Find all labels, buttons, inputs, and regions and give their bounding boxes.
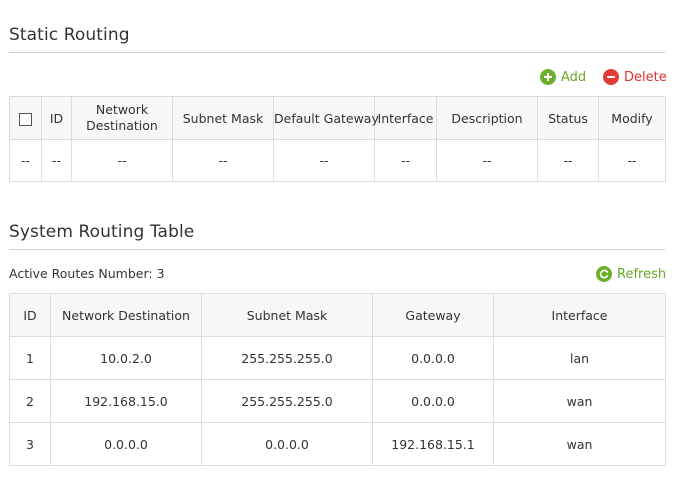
refresh-button[interactable]: Refresh xyxy=(596,266,666,282)
table-cell: wan xyxy=(493,422,666,466)
system-routing-table: ID Network Destination Subnet Mask Gatew… xyxy=(9,293,666,466)
add-button-label: Add xyxy=(561,69,587,85)
table-cell: 192.168.15.1 xyxy=(372,422,494,466)
column-header-subnet-mask: Subnet Mask xyxy=(201,293,373,337)
table-cell: 10.0.2.0 xyxy=(50,336,202,380)
table-cell: -- xyxy=(374,139,437,182)
column-header-gateway: Gateway xyxy=(372,293,494,337)
plus-circle-icon xyxy=(540,69,556,85)
refresh-button-label: Refresh xyxy=(617,266,667,282)
table-cell: 255.255.255.0 xyxy=(201,379,373,423)
delete-button[interactable]: Delete xyxy=(603,69,667,85)
column-header-status: Status xyxy=(537,96,599,140)
column-header-id: ID xyxy=(9,293,51,337)
table-row: 2 192.168.15.0 255.255.255.0 0.0.0.0 wan xyxy=(9,379,666,423)
column-header-network-destination: Network Destination xyxy=(50,293,202,337)
table-cell: lan xyxy=(493,336,666,380)
table-cell: 0.0.0.0 xyxy=(372,379,494,423)
static-routing-divider xyxy=(9,52,665,53)
column-header-interface: Interface xyxy=(493,293,666,337)
column-header-subnet-mask: Subnet Mask xyxy=(172,96,274,140)
table-cell: -- xyxy=(537,139,599,182)
table-cell: -- xyxy=(598,139,666,182)
column-header-network-line2: Destination xyxy=(86,118,158,133)
column-header-interface: Interface xyxy=(374,96,437,140)
table-cell: 2 xyxy=(9,379,51,423)
table-cell: 0.0.0.0 xyxy=(372,336,494,380)
table-cell: 192.168.15.0 xyxy=(50,379,202,423)
table-cell: 0.0.0.0 xyxy=(201,422,373,466)
table-row: 1 10.0.2.0 255.255.255.0 0.0.0.0 lan xyxy=(9,336,666,380)
select-all-cell xyxy=(9,96,42,140)
column-header-id: ID xyxy=(41,96,72,140)
system-routing-header-row: ID Network Destination Subnet Mask Gatew… xyxy=(9,293,666,337)
table-cell: 1 xyxy=(9,336,51,380)
static-routing-header-row: ID Network Destination Subnet Mask Defau… xyxy=(9,96,666,140)
active-routes-count: 3 xyxy=(156,266,165,281)
system-routing-title: System Routing Table xyxy=(9,222,195,242)
column-header-default-gateway: Default Gateway xyxy=(273,96,379,140)
table-cell: -- xyxy=(172,139,274,182)
column-header-network-destination: Network Destination xyxy=(71,96,173,140)
column-header-description: Description xyxy=(436,96,538,140)
column-header-network-line1: Network xyxy=(95,102,149,117)
table-cell: wan xyxy=(493,379,666,423)
table-cell: 0.0.0.0 xyxy=(50,422,202,466)
table-cell: -- xyxy=(41,139,72,182)
delete-button-label: Delete xyxy=(624,69,667,85)
static-routing-table: ID Network Destination Subnet Mask Defau… xyxy=(9,96,666,182)
active-routes-label: Active Routes Number: xyxy=(9,266,153,281)
active-routes-number: Active Routes Number: 3 xyxy=(9,266,165,281)
refresh-icon xyxy=(596,266,612,282)
table-row: 3 0.0.0.0 0.0.0.0 192.168.15.1 wan xyxy=(9,422,666,466)
table-cell: -- xyxy=(436,139,538,182)
table-cell: -- xyxy=(71,139,173,182)
static-routing-title: Static Routing xyxy=(9,25,130,45)
minus-circle-icon xyxy=(603,69,619,85)
select-all-checkbox[interactable] xyxy=(19,112,32,126)
add-button[interactable]: Add xyxy=(540,69,586,85)
table-row: -- -- -- -- -- -- -- -- -- xyxy=(9,139,666,182)
table-cell: 255.255.255.0 xyxy=(201,336,373,380)
column-header-modify: Modify xyxy=(598,96,666,140)
table-cell: -- xyxy=(9,139,42,182)
system-routing-divider xyxy=(9,249,665,250)
table-cell: 3 xyxy=(9,422,51,466)
table-cell: -- xyxy=(273,139,375,182)
